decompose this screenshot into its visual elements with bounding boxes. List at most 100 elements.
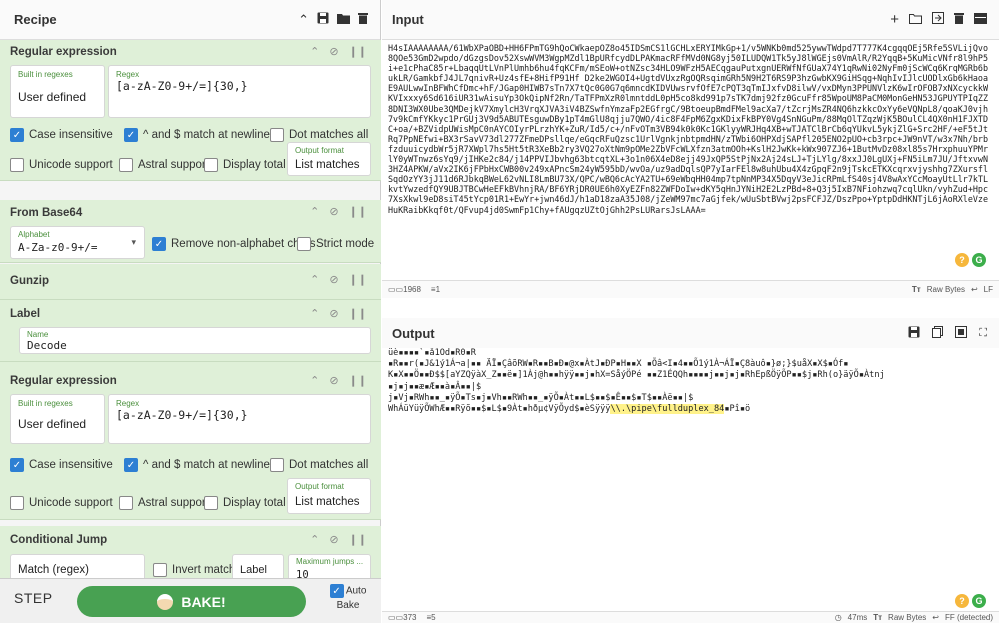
- trash-icon[interactable]: [954, 12, 964, 27]
- pause-icon[interactable]: ❙❙: [349, 205, 367, 218]
- checkbox-label: Case insensitive: [29, 459, 113, 471]
- magic-wand-icon[interactable]: ?: [955, 253, 969, 267]
- auto-bake-toggle[interactable]: ✓ Auto Bake: [325, 584, 371, 611]
- input-font[interactable]: Raw Bytes: [927, 285, 965, 294]
- step-button[interactable]: STEP: [14, 590, 53, 606]
- save-icon[interactable]: [317, 12, 329, 27]
- output-line: ▪Pî▪ö: [724, 404, 751, 415]
- pause-icon[interactable]: ❙❙: [349, 533, 367, 546]
- astral-checkbox[interactable]: Astral support: [119, 158, 209, 172]
- disable-icon[interactable]: ⊘: [329, 273, 338, 286]
- disable-icon[interactable]: ⊘: [329, 533, 338, 546]
- checkbox-label: Invert match: [172, 564, 236, 576]
- field-label: Built in regexes: [18, 399, 73, 408]
- save-icon[interactable]: [908, 326, 920, 341]
- field-value: Decode: [27, 339, 67, 352]
- replace-input-icon[interactable]: [955, 325, 968, 341]
- chevron-up-icon[interactable]: ⌃: [298, 12, 309, 28]
- checkbox-label: ^ and $ match at newlines: [143, 459, 276, 471]
- astral-checkbox[interactable]: Astral support: [119, 496, 209, 510]
- checkbox-label: Unicode support: [29, 159, 113, 171]
- op-regex-1[interactable]: Regular expression ⌃ ⊘ ❙❙ Built in regexes…: [0, 40, 381, 181]
- checkbox-label: Astral support: [138, 497, 209, 509]
- magic-icon[interactable]: G: [972, 594, 986, 608]
- open-file-icon[interactable]: [932, 12, 944, 27]
- unicode-checkbox[interactable]: Unicode support: [10, 158, 113, 172]
- multiline-checkbox[interactable]: ✓ ^ and $ match at newlines: [124, 128, 276, 142]
- disable-icon[interactable]: ⊘: [329, 374, 338, 387]
- collapse-icon[interactable]: ⌃: [310, 307, 319, 320]
- op-regex-2[interactable]: Regular expression ⌃ ⊘ ❙❙ Built in regexes…: [0, 362, 381, 520]
- case-insensitive-checkbox[interactable]: ✓ Case insensitive: [10, 458, 113, 472]
- remove-non-alpha-checkbox[interactable]: ✓ Remove non-alphabet chars: [152, 237, 315, 251]
- output-format-select[interactable]: Output format List matches: [287, 142, 371, 176]
- op-conditional-jump[interactable]: Conditional Jump ⌃ ⊘ ❙❙ Match (regex) Inve…: [0, 526, 381, 588]
- pause-icon[interactable]: ❙❙: [349, 307, 367, 320]
- recipe-header: Recipe ⌃: [0, 0, 380, 40]
- output-title: Output: [392, 325, 435, 341]
- output-format-select[interactable]: Output format List matches: [287, 478, 371, 514]
- output-text[interactable]: üè▪▪▪▪`▪å1Ôd▪R0▪R ▪R▪▪r(▪J&1ý1Á¬a|▪▪ ÄÏ▪…: [388, 348, 992, 588]
- disable-icon[interactable]: ⊘: [329, 205, 338, 218]
- dotall-checkbox[interactable]: Dot matches all: [270, 128, 368, 142]
- op-from-base64[interactable]: From Base64 ⌃ ⊘ ❙❙ Alphabet A-Za-z0-9+/= ▾…: [0, 200, 381, 263]
- maximize-icon[interactable]: ⛶: [979, 327, 987, 340]
- input-textarea[interactable]: H4sIAAAAAAAA/61WbXPaOBD+HH6FPmTG9hQoCWka…: [388, 43, 992, 273]
- field-label: Alphabet: [18, 230, 50, 239]
- op-gunzip[interactable]: Gunzip ⌃ ⊘ ❙❙: [0, 264, 381, 300]
- dotall-checkbox[interactable]: Dot matches all: [270, 458, 368, 472]
- regex-input[interactable]: Regex [a-zA-Z0-9+/=]{30,}: [108, 65, 371, 118]
- field-value: User defined: [18, 90, 87, 104]
- bake-button[interactable]: BAKE!: [77, 586, 306, 617]
- magic-icon[interactable]: G: [972, 253, 986, 267]
- collapse-icon[interactable]: ⌃: [310, 45, 319, 58]
- op-title: Conditional Jump: [10, 534, 108, 546]
- collapse-icon[interactable]: ⌃: [310, 273, 319, 286]
- display-total-checkbox[interactable]: Display total: [204, 158, 286, 172]
- copy-icon[interactable]: [932, 325, 944, 341]
- add-tab-icon[interactable]: +: [890, 11, 899, 28]
- field-value: List matches: [295, 159, 360, 171]
- collapse-icon[interactable]: ⌃: [310, 374, 319, 387]
- case-insensitive-checkbox[interactable]: ✓ Case insensitive: [10, 128, 113, 142]
- collapse-icon[interactable]: ⌃: [310, 533, 319, 546]
- disable-icon[interactable]: ⊘: [329, 307, 338, 320]
- length-icon: ▭▭: [388, 285, 404, 294]
- output-font[interactable]: Raw Bytes: [888, 613, 926, 622]
- unicode-checkbox[interactable]: Unicode support: [10, 496, 113, 510]
- label-name-input[interactable]: Name Decode: [19, 327, 371, 354]
- field-label: Maximum jumps ...: [296, 557, 364, 566]
- invert-match-checkbox[interactable]: Invert match: [153, 563, 235, 577]
- open-folder-icon[interactable]: [909, 12, 922, 27]
- checkbox-box: [10, 496, 24, 510]
- multiline-checkbox[interactable]: ✓ ^ and $ match at newlines: [124, 458, 276, 472]
- field-value: User defined: [18, 417, 87, 431]
- op-label[interactable]: Label ⌃ ⊘ ❙❙ Name Decode: [0, 300, 381, 362]
- pause-icon[interactable]: ❙❙: [349, 374, 367, 387]
- display-total-checkbox[interactable]: Display total: [204, 496, 286, 510]
- magic-wand-icon[interactable]: ?: [955, 594, 969, 608]
- checkbox-label: Unicode support: [29, 497, 113, 509]
- input-pane: Input + H4sIAAAAAAAA/61WbXPaOBD+HH6FPmTG…: [382, 0, 999, 298]
- builtin-regex-select[interactable]: Built in regexes User defined: [10, 394, 105, 444]
- input-eol[interactable]: LF: [984, 285, 993, 294]
- layout-icon[interactable]: [974, 12, 987, 27]
- checkbox-box: [153, 563, 167, 577]
- regex-input[interactable]: Regex [a-zA-Z0-9+/=]{30,}: [108, 394, 371, 444]
- folder-icon[interactable]: [337, 12, 350, 27]
- output-eol[interactable]: FF (detected): [945, 613, 993, 622]
- builtin-regex-select[interactable]: Built in regexes User defined: [10, 65, 105, 118]
- output-lines: 5: [431, 613, 436, 622]
- op-title: From Base64: [10, 207, 83, 219]
- checkbox-box: [119, 496, 133, 510]
- check-icon: ✓: [10, 128, 24, 142]
- alphabet-select[interactable]: Alphabet A-Za-z0-9+/= ▾: [10, 226, 145, 259]
- field-value: Match (regex): [18, 564, 89, 576]
- pause-icon[interactable]: ❙❙: [349, 45, 367, 58]
- pause-icon[interactable]: ❙❙: [349, 273, 367, 286]
- checkbox-label: Dot matches all: [289, 129, 369, 141]
- collapse-icon[interactable]: ⌃: [310, 205, 319, 218]
- trash-icon[interactable]: [358, 12, 368, 27]
- disable-icon[interactable]: ⊘: [329, 45, 338, 58]
- strict-mode-checkbox[interactable]: Strict mode: [297, 237, 374, 251]
